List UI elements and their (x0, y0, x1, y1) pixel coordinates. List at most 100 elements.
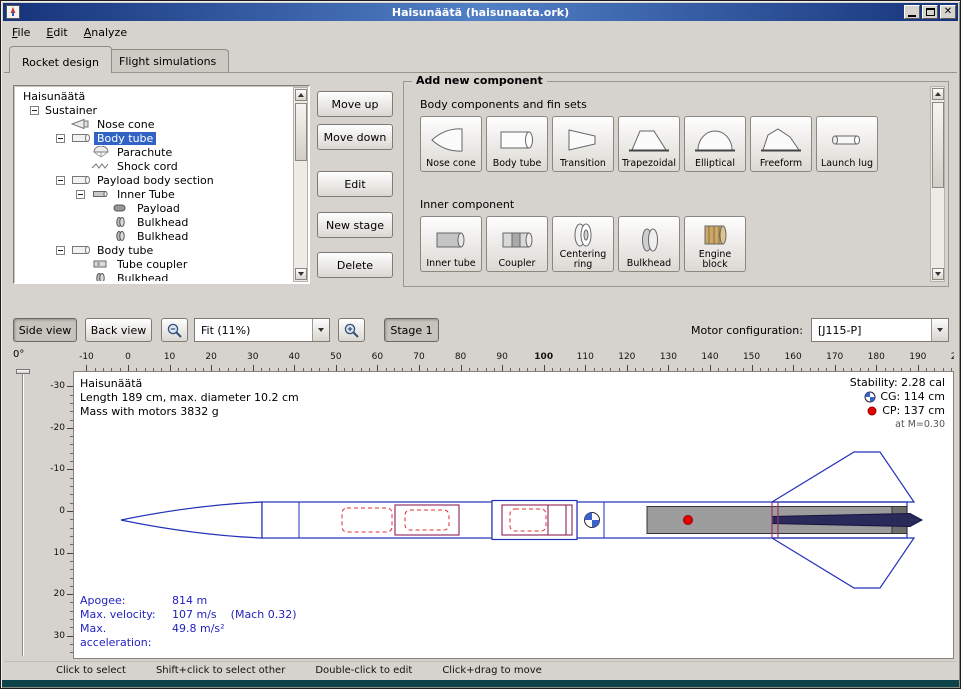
tree-item[interactable]: Nose cone (16, 117, 293, 131)
tree-item[interactable]: Shock cord (16, 159, 293, 173)
add-elliptical-fin-button[interactable]: Elliptical (684, 116, 746, 172)
stability-value: Stability: 2.28 cal (850, 376, 945, 390)
add-centering-ring-button[interactable]: Centering ring (552, 216, 614, 272)
tab-flight-simulations[interactable]: Flight simulations (106, 49, 229, 72)
chevron-down-icon (937, 328, 943, 332)
motor-configuration-select[interactable]: [J115-P] (811, 318, 949, 342)
collapse-handle[interactable] (30, 106, 39, 115)
add-nose-cone-button[interactable]: Nose cone (420, 116, 482, 172)
h-ruler-number: 190 (909, 352, 926, 362)
scroll-down-button[interactable] (295, 268, 307, 280)
edit-button[interactable]: Edit (317, 171, 393, 197)
move-down-button[interactable]: Move down (317, 124, 393, 150)
tree-item-label: Parachute (114, 146, 175, 159)
combo-arrow[interactable] (312, 319, 329, 341)
add-launch-lug-button[interactable]: Launch lug (816, 116, 878, 172)
tree-item[interactable]: Sustainer (16, 103, 293, 117)
add-inner-tube-button[interactable]: Inner tube (420, 216, 482, 272)
body-tube-icon (495, 120, 539, 159)
h-ruler-number: 150 (743, 352, 760, 362)
rotation-slider-thumb[interactable] (16, 369, 30, 374)
tree-item[interactable]: Inner Tube (16, 187, 293, 201)
add-engine-block-button[interactable]: Engine block (684, 216, 746, 272)
collapse-handle[interactable] (56, 134, 65, 143)
collapse-handle[interactable] (56, 176, 65, 185)
add-trapezoidal-fin-button[interactable]: Trapezoidal (618, 116, 680, 172)
application-window: Haisunäätä (haisunaata.ork) ✕ FileEditAn… (0, 0, 961, 689)
tree-item[interactable]: Tube coupler (16, 257, 293, 271)
close-button[interactable]: ✕ (940, 5, 956, 19)
arrow-down-icon (935, 272, 941, 276)
zoom-out-button[interactable] (161, 318, 188, 342)
h-ruler-number: 200 (951, 352, 954, 362)
add-transition-button[interactable]: Transition (552, 116, 614, 172)
motor-configuration-label: Motor configuration: (691, 324, 803, 337)
tree-item[interactable]: Bulkhead (16, 271, 293, 281)
move-up-button[interactable]: Move up (317, 91, 393, 117)
minimize-button[interactable] (904, 5, 920, 19)
h-ruler-number: 140 (701, 352, 718, 362)
stage-1-toggle[interactable]: Stage 1 (384, 318, 439, 342)
h-ruler-number: 70 (413, 352, 424, 362)
component-panel-scrollbar[interactable] (930, 86, 945, 282)
tree-item-label: Payload (134, 202, 183, 215)
delete-button[interactable]: Delete (317, 252, 393, 278)
zoom-in-button[interactable] (338, 318, 365, 342)
apogee-value: 814 m (172, 594, 207, 608)
nose-cone-icon (429, 120, 473, 159)
tree-item[interactable]: Payload body section (16, 173, 293, 187)
tab-rocket-design[interactable]: Rocket design (9, 46, 112, 73)
rocket-mass: Mass with motors 3832 g (80, 405, 299, 419)
rocket-canvas[interactable]: Haisunäätä Length 189 cm, max. diameter … (73, 371, 954, 659)
rocket-dimensions: Length 189 cm, max. diameter 10.2 cm (80, 391, 299, 405)
tree-scrollbar[interactable] (293, 87, 308, 282)
new-stage-button[interactable]: New stage (317, 212, 393, 238)
tree-item[interactable]: Bulkhead (16, 215, 293, 229)
cg-value: CG: 114 cm (880, 390, 945, 404)
h-ruler-number: 50 (330, 352, 341, 362)
add-freeform-fin-button[interactable]: Freeform (750, 116, 812, 172)
collapse-handle[interactable] (56, 246, 65, 255)
menu-analyze[interactable]: Analyze (76, 24, 135, 41)
scroll-up-button[interactable] (932, 88, 944, 100)
component-button-label: Elliptical (695, 159, 735, 169)
window-icon[interactable] (6, 5, 20, 19)
section-label-inner-component: Inner component (420, 198, 514, 211)
scroll-down-button[interactable] (932, 268, 944, 280)
scrollbar-thumb[interactable] (932, 102, 944, 188)
maximize-button[interactable] (922, 5, 938, 19)
add-coupler-button[interactable]: Coupler (486, 216, 548, 272)
tree-item-label: Body tube (94, 244, 156, 257)
menu-file[interactable]: File (4, 24, 38, 41)
combo-arrow[interactable] (931, 319, 948, 341)
component-button-label: Launch lug (821, 159, 873, 169)
bulkhead-icon (627, 220, 671, 259)
component-button-label: Body tube (493, 159, 542, 169)
tree-item[interactable]: Body tube (16, 131, 293, 145)
tree-item-label: Haisunäätä (20, 90, 88, 103)
rotation-slider[interactable] (22, 371, 24, 656)
tree-item-label: Payload body section (94, 174, 217, 187)
titlebar[interactable]: Haisunäätä (haisunaata.ork) ✕ (3, 3, 958, 21)
tree-item[interactable]: Body tube (16, 243, 293, 257)
menu-edit[interactable]: Edit (38, 24, 75, 41)
zoom-level-value: Fit (11%) (195, 324, 312, 337)
component-button-label: Transition (560, 159, 606, 169)
scroll-up-button[interactable] (295, 89, 307, 101)
side-view-button[interactable]: Side view (13, 318, 77, 342)
status-hint: Click+drag to move (442, 665, 541, 676)
scrollbar-thumb[interactable] (295, 103, 307, 161)
v-ruler-number: -30 (50, 381, 65, 391)
rocket-info: Haisunäätä Length 189 cm, max. diameter … (80, 377, 299, 419)
tree-item[interactable]: Parachute (16, 145, 293, 159)
tree-item[interactable]: Bulkhead (16, 229, 293, 243)
add-bulkhead-button[interactable]: Bulkhead (618, 216, 680, 272)
zoom-level-select[interactable]: Fit (11%) (194, 318, 330, 342)
add-body-tube-button[interactable]: Body tube (486, 116, 548, 172)
magnifier-minus-icon (166, 322, 183, 339)
tree-item[interactable]: Haisunäätä (16, 89, 293, 103)
tree-item[interactable]: Payload (16, 201, 293, 215)
back-view-button[interactable]: Back view (85, 318, 152, 342)
collapse-handle[interactable] (76, 190, 85, 199)
flight-stats: Apogee: 814 m Max. velocity: 107 m/s (Ma… (80, 594, 296, 650)
